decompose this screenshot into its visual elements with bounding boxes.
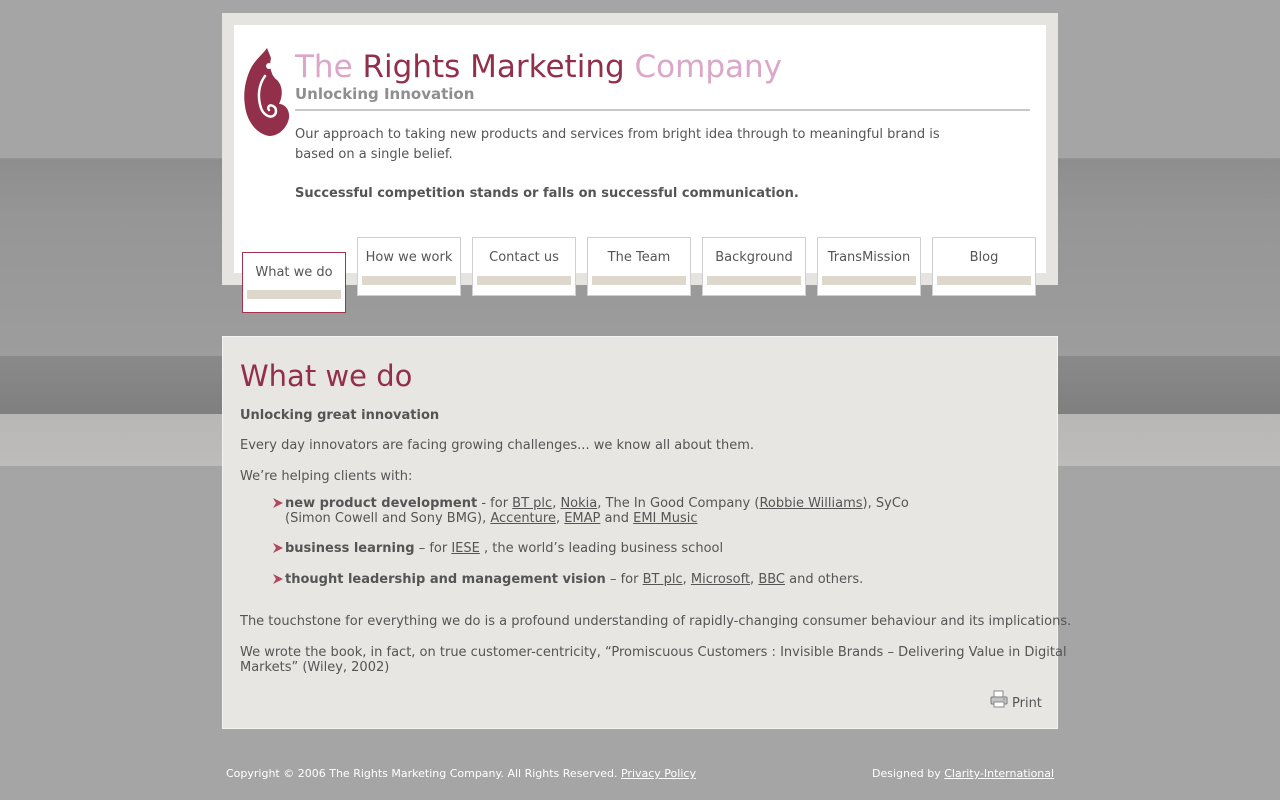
print-link[interactable]: Print (1012, 696, 1042, 711)
link-bt-plc[interactable]: BT plc (512, 496, 552, 511)
link-accenture[interactable]: Accenture (490, 511, 556, 526)
intro-text: Our approach to taking new products and … (295, 127, 940, 162)
list-item-text: and others. (785, 572, 864, 587)
brand-title: The Rights Marketing Company (295, 47, 782, 87)
list-item-text: , (682, 572, 691, 587)
content-subtitle-text: Unlocking great innovation (240, 408, 440, 423)
tab-what-we-do[interactable]: What we do (242, 252, 346, 313)
arrow-bullet-icon (273, 543, 283, 553)
list-item-text: – for (414, 541, 452, 556)
list-item-thought-leadership: thought leadership and management vision… (285, 572, 863, 587)
brand-part-rights-marketing: Rights Marketing (362, 49, 625, 85)
tab-underline (362, 276, 456, 285)
content-paragraph-4-line-2: Markets” (Wiley, 2002) (240, 660, 390, 675)
link-robbie-williams[interactable]: Robbie Williams (759, 496, 862, 511)
list-item-business-learning: business learning – for IESE , the world… (285, 541, 723, 556)
tab-label: The Team (607, 250, 671, 265)
tab-label: TransMission (827, 250, 911, 265)
intro-strong-text: Successful competition stands or falls o… (295, 186, 799, 201)
page-title: What we do (240, 359, 413, 393)
list-item-strong: new product development (285, 496, 478, 511)
content-paragraph-2: We’re helping clients with: (240, 469, 413, 484)
list-item-strong: thought leadership and management vision (285, 572, 606, 587)
brand-tagline: Unlocking Innovation (295, 85, 475, 103)
content-paragraph-3: The touchstone for everything we do is a… (240, 614, 1072, 629)
tab-label: What we do (255, 265, 333, 280)
tab-blog[interactable]: Blog (932, 237, 1036, 296)
link-emi-music[interactable]: EMI Music (633, 511, 697, 526)
content-paragraph-1: Every day innovators are facing growing … (240, 438, 755, 453)
content-paragraph-4-line-1: We wrote the book, in fact, on true cust… (240, 645, 1067, 660)
link-nokia[interactable]: Nokia (560, 496, 597, 511)
list-item-product-development: new product development - for BT plc, No… (285, 496, 909, 526)
list-item-text: (Simon Cowell and Sony BMG), (285, 511, 491, 526)
copyright-text: Copyright © 2006 The Rights Marketing Co… (226, 767, 621, 780)
tab-how-we-work[interactable]: How we work (357, 237, 461, 296)
tab-the-team[interactable]: The Team (587, 237, 691, 296)
footer-copyright: Copyright © 2006 The Rights Marketing Co… (226, 767, 696, 780)
link-bbc[interactable]: BBC (758, 572, 785, 587)
tab-underline (707, 276, 801, 285)
list-item-text: - for (477, 496, 513, 511)
tab-underline (822, 276, 916, 285)
list-item-text: , The In Good Company ( (597, 496, 760, 511)
hook-pendant-logo[interactable] (243, 46, 291, 138)
brand-part-the: The (295, 49, 363, 85)
list-item-text: , the world’s leading business school (479, 541, 724, 556)
tab-underline (592, 276, 686, 285)
designed-by-text: Designed by (872, 767, 945, 780)
content-subtitle: Unlocking great innovation (240, 408, 439, 423)
footer-designer: Designed by Clarity-International (872, 767, 1054, 780)
tab-transmission[interactable]: TransMission (817, 237, 921, 296)
tab-background[interactable]: Background (702, 237, 806, 296)
designer-link[interactable]: Clarity-International (944, 767, 1054, 780)
tab-label: Contact us (489, 250, 559, 265)
privacy-policy-link[interactable]: Privacy Policy (621, 767, 696, 780)
header-divider (295, 109, 1030, 111)
tab-underline (247, 290, 341, 299)
link-iese[interactable]: IESE (451, 541, 480, 556)
tab-contact-us[interactable]: Contact us (472, 237, 576, 296)
list-item-strong: business learning (285, 541, 415, 556)
printer-icon[interactable] (990, 690, 1008, 708)
arrow-bullet-icon (273, 574, 283, 584)
link-emap[interactable]: EMAP (564, 511, 600, 526)
brand-part-company: Company (624, 49, 783, 85)
link-microsoft[interactable]: Microsoft (691, 572, 750, 587)
list-item-text: and (600, 511, 634, 526)
list-item-text: – for (605, 572, 643, 587)
tab-underline (477, 276, 571, 285)
tab-label: Background (715, 250, 793, 265)
link-bt-plc[interactable]: BT plc (643, 572, 683, 587)
list-item-text: ), SyCo (862, 496, 909, 511)
tab-label: Blog (969, 250, 999, 265)
tab-label: How we work (365, 250, 453, 265)
list-item-text: , (555, 511, 565, 526)
tab-underline (937, 276, 1031, 285)
arrow-bullet-icon (273, 498, 283, 508)
